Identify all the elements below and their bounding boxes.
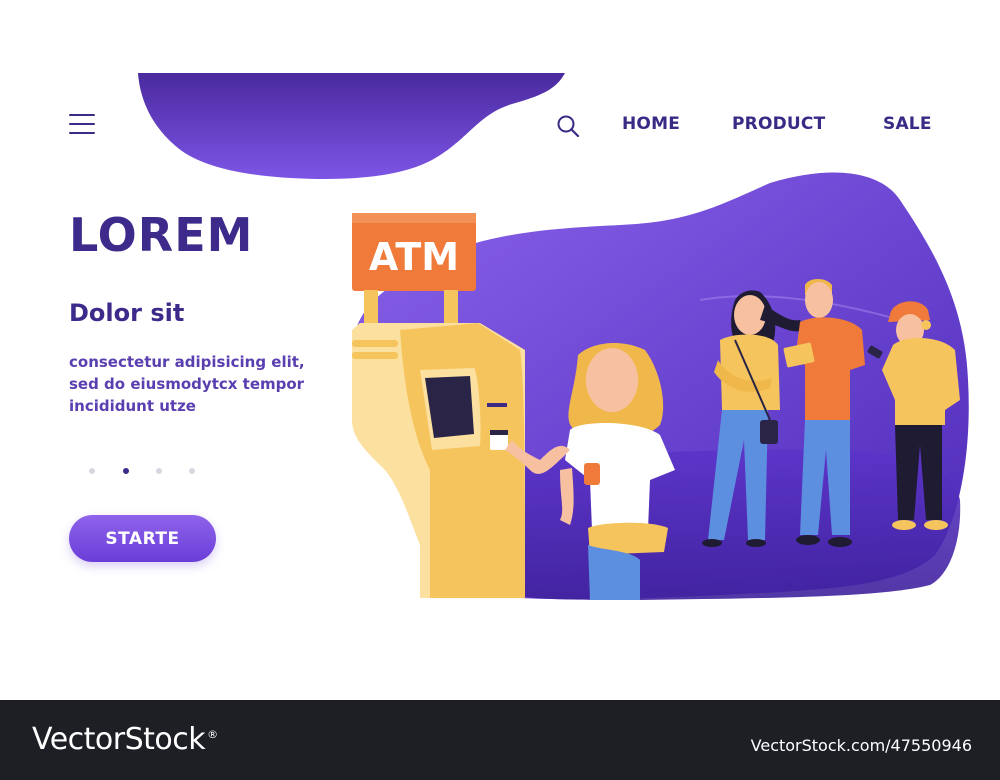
search-icon[interactable] bbox=[556, 114, 580, 138]
vectorstock-logo: VectorStock ® bbox=[32, 722, 218, 757]
nav-home[interactable]: HOME bbox=[622, 114, 680, 134]
footer-bar: VectorStock ® VectorStock.com/47550946 bbox=[0, 700, 1000, 780]
carousel-dot-2[interactable] bbox=[123, 468, 129, 474]
carousel-dot-1[interactable] bbox=[89, 468, 95, 474]
carousel-dot-4[interactable] bbox=[189, 468, 195, 474]
atm-machine bbox=[352, 323, 525, 598]
nav-product[interactable]: PRODUCT bbox=[732, 114, 825, 134]
image-id-text: VectorStock.com/47550946 bbox=[750, 736, 972, 755]
hero-title: LOREM bbox=[69, 208, 254, 262]
hero-subtitle: Dolor sit bbox=[69, 299, 185, 327]
hero-body-text: consectetur adipisicing elit, sed do eiu… bbox=[69, 353, 305, 415]
atm-queue-illustration: ATM bbox=[352, 172, 969, 600]
hamburger-menu-icon[interactable] bbox=[69, 114, 95, 136]
start-button[interactable]: STARTE bbox=[69, 515, 216, 562]
carousel-dot-3[interactable] bbox=[156, 468, 162, 474]
carousel-dots bbox=[89, 468, 209, 476]
nav-sale[interactable]: SALE bbox=[883, 114, 932, 134]
atm-sign-label: ATM bbox=[369, 235, 459, 279]
